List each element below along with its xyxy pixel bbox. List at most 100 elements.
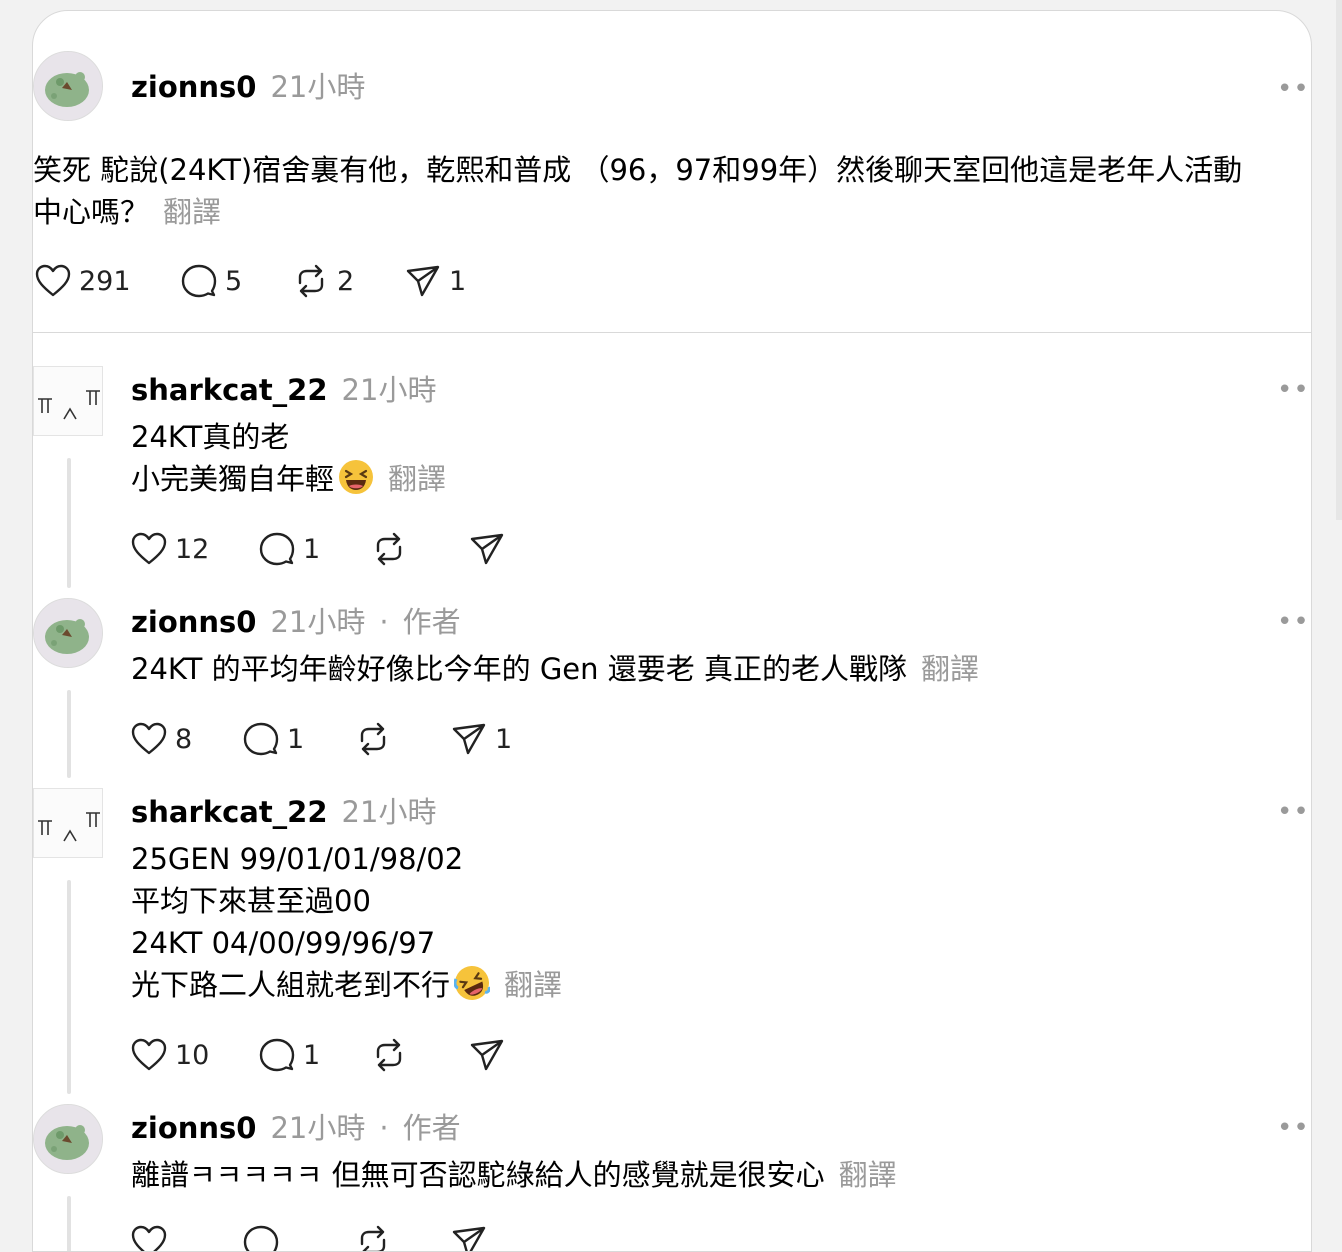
reply-header: sharkcat_22 21小時	[131, 372, 436, 408]
translate-link[interactable]: 翻譯	[163, 195, 221, 229]
reply-text: 24KT真的老 小完美獨自年輕 翻譯	[131, 416, 446, 500]
like-count: 291	[79, 265, 131, 297]
send-icon	[452, 723, 486, 755]
laughing-face-icon	[339, 460, 374, 494]
reply-text-line: 24KT真的老	[131, 420, 290, 454]
like-button[interactable]: 8	[131, 722, 243, 756]
rolling-laughing-face-icon	[454, 966, 491, 1000]
comment-icon	[259, 532, 295, 566]
avatar-image	[34, 52, 102, 120]
heart-icon	[131, 1038, 167, 1071]
divider	[33, 332, 1311, 333]
comment-icon	[243, 1225, 279, 1251]
main-post-actions: 291 5 2 1	[35, 261, 485, 301]
comment-button[interactable]: 1	[243, 721, 355, 757]
reply-text: 離譜ㅋㅋㅋㅋㅋ 但無可否認駝綠給人的感覺就是很安心 翻譯	[131, 1154, 897, 1196]
main-post-text: 笑死 駝說(24KT)宿舍裏有他，乾熙和普成 （96，97和99年）然後聊天室回…	[33, 149, 1303, 233]
more-options-icon[interactable]: •••	[1277, 76, 1311, 102]
reply-header: zionns0 21小時 · 作者	[131, 1110, 461, 1146]
post-text-line: 中心嗎？	[33, 195, 150, 229]
send-icon	[452, 1226, 486, 1251]
post-text-line: 笑死 駝說(24KT)宿舍裏有他，乾熙和普成 （96，97和99年）然後聊天室回…	[33, 153, 1243, 187]
avatar-sharkcat_22[interactable]	[33, 788, 103, 858]
translate-link[interactable]: 翻譯	[921, 652, 979, 686]
more-options-icon[interactable]: •••	[1277, 377, 1311, 403]
comment-button[interactable]: 1	[259, 531, 371, 567]
like-count: 8	[175, 723, 193, 755]
username[interactable]: sharkcat_22	[131, 794, 328, 830]
comment-count: 1	[303, 533, 321, 565]
page-scrollbar[interactable]	[1336, 0, 1342, 520]
repost-button[interactable]: 2	[293, 263, 405, 299]
comment-button[interactable]: 5	[181, 263, 293, 299]
send-icon	[470, 1039, 504, 1071]
like-button[interactable]: 291	[35, 264, 181, 298]
avatar-image	[34, 789, 102, 857]
reply-actions: 12 1	[131, 529, 505, 569]
timestamp[interactable]: 21小時	[270, 1110, 365, 1146]
reply-header: zionns0 21小時 · 作者	[131, 604, 461, 640]
heart-icon	[131, 1225, 167, 1251]
more-options-icon[interactable]: •••	[1277, 1115, 1311, 1141]
reply-text-line: 24KT 04/00/99/96/97	[131, 926, 436, 960]
username[interactable]: sharkcat_22	[131, 372, 328, 408]
share-button[interactable]	[451, 1224, 487, 1251]
send-icon	[470, 533, 504, 565]
reply-text: 25GEN 99/01/01/98/02 平均下來甚至過00 24KT 04/0…	[131, 838, 562, 1006]
timestamp[interactable]: 21小時	[270, 69, 365, 105]
like-button[interactable]	[131, 1225, 243, 1251]
thread-line	[67, 1196, 71, 1251]
avatar-image	[34, 1105, 102, 1173]
avatar-image	[34, 599, 102, 667]
share-button[interactable]: 1	[451, 721, 512, 757]
more-options-icon[interactable]: •••	[1277, 609, 1311, 635]
repost-icon	[376, 532, 402, 566]
comment-button[interactable]: 1	[259, 1037, 371, 1073]
more-options-icon[interactable]: •••	[1277, 799, 1311, 825]
comment-button[interactable]	[243, 1224, 355, 1251]
thread-line	[67, 880, 71, 1094]
repost-button[interactable]	[371, 1037, 469, 1073]
comment-count: 1	[303, 1039, 321, 1071]
share-button[interactable]	[469, 1037, 505, 1073]
translate-link[interactable]: 翻譯	[839, 1158, 897, 1192]
repost-button[interactable]	[355, 721, 451, 757]
repost-button[interactable]	[371, 531, 469, 567]
avatar-zionns0[interactable]	[33, 1104, 103, 1174]
timestamp[interactable]: 21小時	[270, 604, 365, 640]
comment-icon	[259, 1038, 295, 1072]
reply-text: 24KT 的平均年齡好像比今年的 Gen 還要老 真正的老人戰隊 翻譯	[131, 648, 979, 690]
reply-header: sharkcat_22 21小時	[131, 794, 436, 830]
translate-link[interactable]: 翻譯	[388, 462, 446, 496]
separator-dot: ·	[379, 605, 389, 639]
like-button[interactable]: 12	[131, 532, 259, 566]
reply-text-line: 平均下來甚至過00	[131, 884, 371, 918]
author-badge: 作者	[402, 605, 461, 639]
username[interactable]: zionns0	[131, 1110, 256, 1146]
like-count: 12	[175, 533, 210, 565]
avatar-zionns0[interactable]	[33, 598, 103, 668]
share-button[interactable]: 1	[405, 263, 485, 299]
repost-count: 2	[337, 265, 355, 297]
separator-dot: ·	[379, 1111, 389, 1145]
comment-count: 1	[287, 723, 305, 755]
comment-icon	[243, 722, 279, 756]
username[interactable]: zionns0	[131, 69, 256, 105]
timestamp[interactable]: 21小時	[342, 372, 437, 408]
send-icon	[406, 265, 440, 297]
author-badge: 作者	[402, 1111, 461, 1145]
translate-link[interactable]: 翻譯	[504, 968, 562, 1002]
repost-button[interactable]	[355, 1224, 451, 1251]
avatar-zionns0[interactable]	[33, 51, 103, 121]
reply-text-line: 24KT 的平均年齡好像比今年的 Gen 還要老 真正的老人戰隊	[131, 652, 907, 686]
repost-icon	[376, 1038, 402, 1072]
main-post-header: zionns0 21小時	[131, 69, 365, 105]
reply-text-line: 離譜ㅋㅋㅋㅋㅋ 但無可否認駝綠給人的感覺就是很安心	[131, 1158, 825, 1192]
avatar-sharkcat_22[interactable]	[33, 366, 103, 436]
like-button[interactable]: 10	[131, 1038, 259, 1072]
username[interactable]: zionns0	[131, 604, 256, 640]
comment-icon	[181, 264, 217, 298]
timestamp[interactable]: 21小時	[342, 794, 437, 830]
share-button[interactable]	[469, 531, 505, 567]
heart-icon	[131, 722, 167, 755]
